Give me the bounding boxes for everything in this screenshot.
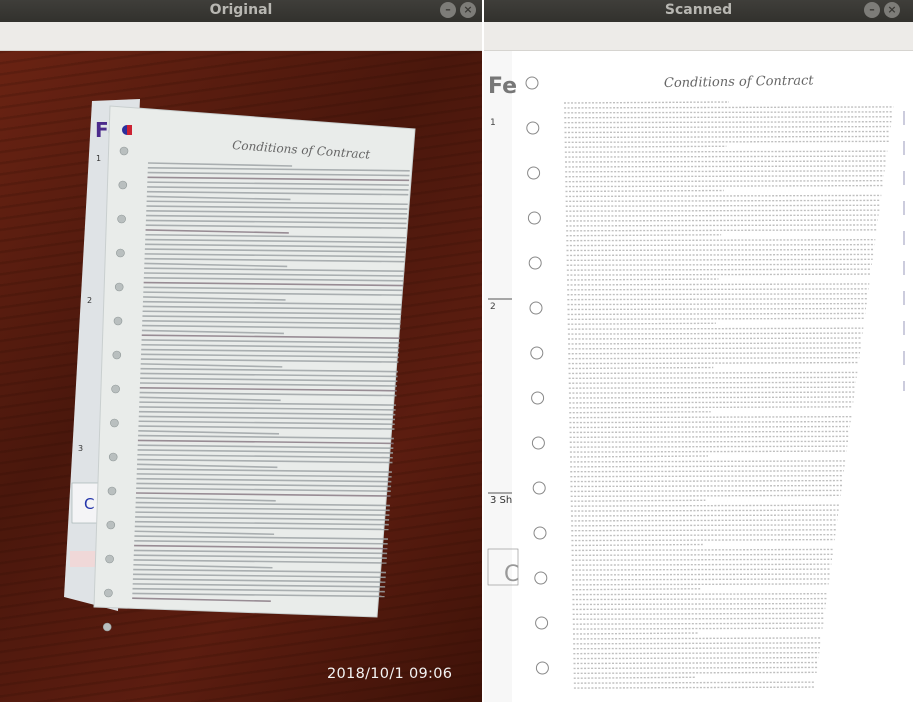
- scan-background: [484, 51, 913, 702]
- punch-hole: [116, 248, 125, 258]
- scanned-document: Fe 1 2 3 Sh C Conditions of Contract: [484, 51, 913, 702]
- photo-timestamp: 2018/10/1 09:06: [327, 666, 453, 682]
- scanned-image: Fe 1 2 3 Sh C Conditions of Contract: [484, 51, 913, 702]
- handwriting-mark: C: [84, 495, 94, 513]
- punch-hole: [110, 418, 119, 428]
- section-number-2: 2: [87, 296, 92, 305]
- red-stamp: [70, 551, 98, 567]
- scan-text-line: [573, 676, 695, 679]
- punch-hole: [112, 350, 122, 360]
- original-titlebar[interactable]: Original – ×: [0, 0, 482, 22]
- photo-document: Fe 1 2 3 C Conditions of Contract: [64, 99, 416, 632]
- punch-hole: [108, 452, 118, 462]
- scanned-toolbar: [484, 22, 913, 51]
- scan-text-line: [571, 563, 832, 566]
- back-sheet-strip: [484, 51, 512, 702]
- scanned-titlebar[interactable]: Scanned – ×: [484, 0, 913, 22]
- punch-hole: [117, 214, 126, 224]
- scan-handwriting-mark: C: [504, 562, 519, 587]
- punch-hole: [113, 316, 123, 326]
- scan-section-number-2: 2: [490, 302, 496, 312]
- window-title: Original: [209, 2, 273, 18]
- punch-hole: [102, 622, 112, 632]
- scan-section-label: 3 Sh: [490, 495, 512, 506]
- scanned-window: Scanned – × Fe 1 2 3 Sh C Conditions of …: [484, 0, 913, 702]
- punch-hole: [114, 282, 124, 292]
- scan-side-logo: Fe: [488, 74, 517, 99]
- scan-text-line: [571, 558, 833, 561]
- minimize-icon[interactable]: –: [440, 2, 456, 18]
- punch-hole: [106, 520, 116, 530]
- original-window: Original – × Fe 1 2 3 C Conditions of Co…: [0, 0, 482, 702]
- section-number-1: 1: [96, 154, 101, 163]
- scan-text-line: [573, 656, 819, 660]
- window-title: Scanned: [664, 2, 733, 18]
- punch-hole: [104, 588, 113, 598]
- punch-hole: [105, 554, 114, 564]
- scan-text-line: [569, 411, 711, 414]
- scan-doc-title: Conditions of Contract: [664, 73, 815, 91]
- original-image: Fe 1 2 3 C Conditions of Contract 2018/1…: [0, 51, 482, 702]
- brand-badge-red: [127, 125, 132, 135]
- punch-hole: [118, 180, 128, 190]
- close-icon[interactable]: ×: [884, 2, 900, 18]
- close-icon[interactable]: ×: [460, 2, 476, 18]
- punch-hole: [107, 486, 117, 496]
- original-toolbar: [0, 22, 482, 51]
- scan-text-line: [573, 686, 815, 689]
- minimize-icon[interactable]: –: [864, 2, 880, 18]
- punch-hole: [111, 384, 120, 394]
- punch-hole: [119, 146, 129, 156]
- scan-section-number-1: 1: [490, 118, 496, 128]
- section-number-3: 3: [78, 444, 83, 453]
